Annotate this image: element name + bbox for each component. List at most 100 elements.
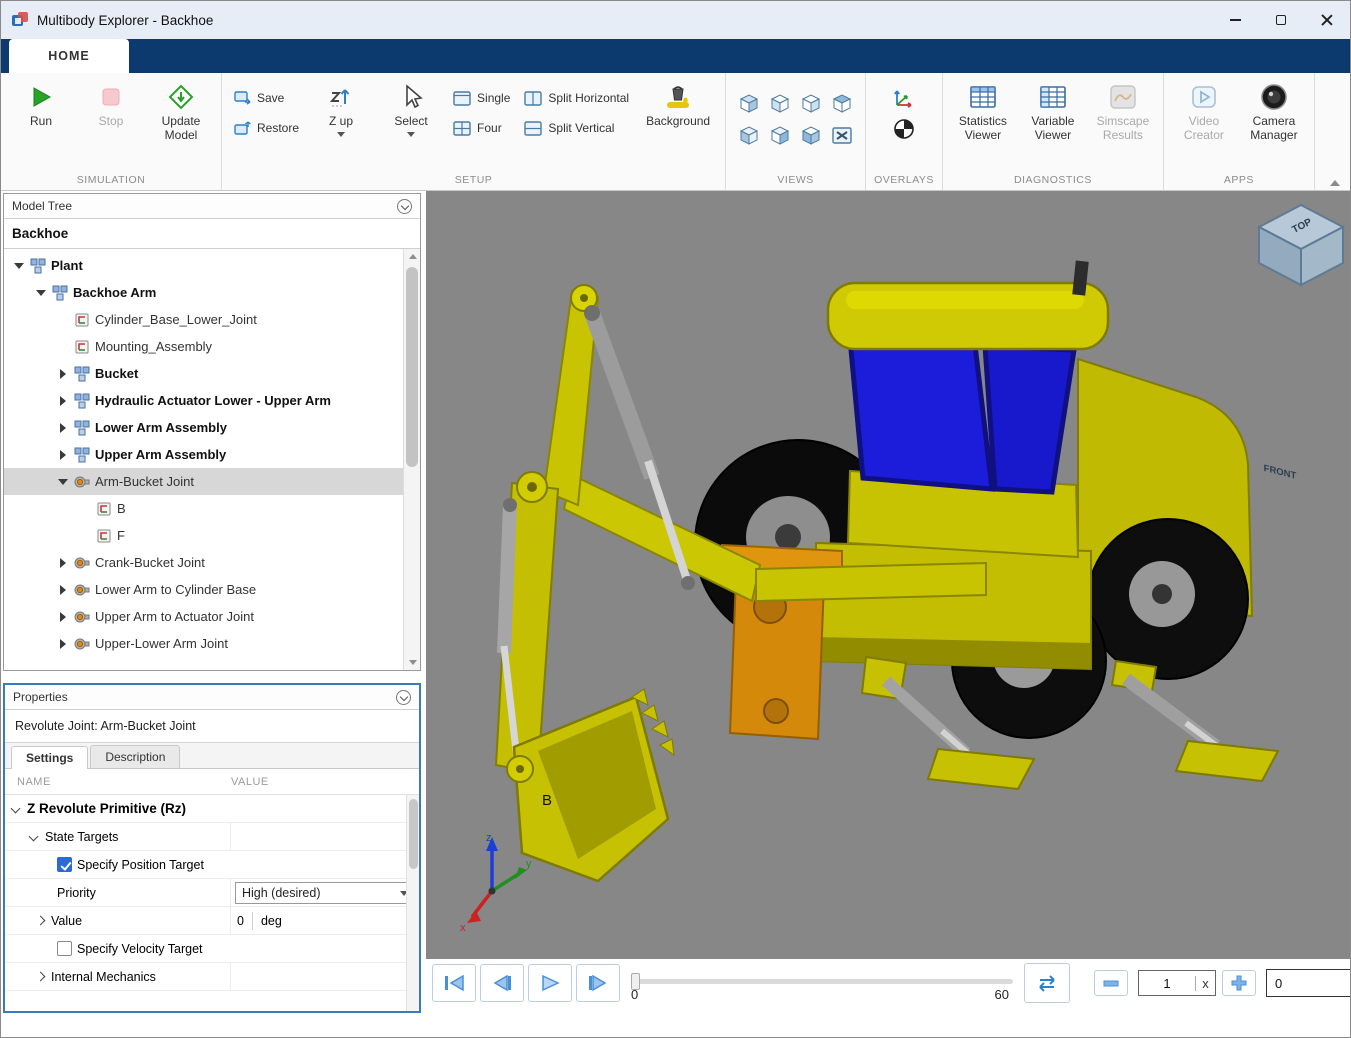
expand-chevron-icon[interactable] (35, 915, 46, 926)
view-fit-button[interactable] (827, 119, 857, 150)
properties-scrollbar[interactable] (406, 795, 419, 1011)
expand-caret-icon[interactable] (56, 556, 69, 569)
tree-item-upper-arm-to-actuator-joint[interactable]: Upper Arm to Actuator Joint (4, 603, 420, 630)
tree-item-plant[interactable]: Plant (4, 252, 420, 279)
priority-dropdown[interactable]: High (desired) (235, 882, 415, 904)
scrollbar-thumb[interactable] (409, 799, 418, 869)
expand-caret-icon[interactable] (56, 637, 69, 650)
view-bottom-button[interactable] (796, 119, 826, 150)
unit-field[interactable]: deg (261, 914, 282, 928)
row-priority[interactable]: Priority High (desired) (5, 879, 419, 907)
tree-item-mounting-assembly[interactable]: Mounting_Assembly (4, 333, 420, 360)
view-top-button[interactable] (827, 87, 857, 118)
expand-chevron-icon[interactable] (35, 971, 46, 982)
speed-decrease-button[interactable] (1094, 970, 1128, 996)
backhoe-model[interactable] (496, 260, 1278, 881)
tree-item-arm-bucket-joint[interactable]: Arm-Bucket Joint (4, 468, 420, 495)
stop-button[interactable]: Stop (79, 79, 143, 128)
current-time-field[interactable]: 0 (1266, 969, 1351, 997)
expand-caret-icon[interactable] (56, 448, 69, 461)
video-creator-button[interactable]: Video Creator (1172, 79, 1236, 142)
speed-increase-button[interactable] (1222, 970, 1256, 996)
split-horizontal-button[interactable]: Split Horizontal (520, 85, 633, 111)
z-up-button[interactable]: Z up (309, 79, 373, 137)
camera-manager-button[interactable]: Camera Manager (1242, 79, 1306, 142)
3d-scene[interactable]: TOP FRONT RIGHT (426, 191, 1351, 959)
split-vertical-button[interactable]: Split Vertical (520, 115, 633, 141)
tree-item-frame-b[interactable]: B (4, 495, 420, 522)
variable-viewer-button[interactable]: Variable Viewer (1021, 79, 1085, 142)
expand-caret-icon[interactable] (12, 259, 25, 272)
step-back-button[interactable] (480, 964, 524, 1002)
expand-caret-icon[interactable] (56, 610, 69, 623)
tree-item-upper-arm-assembly[interactable]: Upper Arm Assembly (4, 441, 420, 468)
collapse-ribbon-button[interactable] (1330, 180, 1340, 186)
minimize-button[interactable] (1212, 1, 1258, 39)
step-forward-button[interactable] (576, 964, 620, 1002)
scroll-down-icon[interactable] (409, 660, 417, 665)
view-front-button[interactable] (765, 87, 795, 118)
row-z-revolute-primitive[interactable]: Z Revolute Primitive (Rz) (5, 795, 419, 823)
run-button[interactable]: Run (9, 79, 73, 128)
expand-caret-icon[interactable] (56, 367, 69, 380)
view-cube-front-label[interactable]: FRONT (1264, 463, 1297, 482)
value-field[interactable]: 0 (237, 914, 244, 928)
tree-item-crank-bucket-joint[interactable]: Crank-Bucket Joint (4, 549, 420, 576)
timeline-slider[interactable]: 0 60 (631, 959, 1013, 1011)
loop-button[interactable] (1024, 963, 1070, 1003)
view-isometric-button[interactable] (734, 87, 764, 118)
speed-value[interactable]: 1 (1139, 976, 1195, 991)
tab-settings[interactable]: Settings (11, 746, 88, 769)
center-of-mass-overlay-button[interactable] (892, 117, 916, 141)
update-model-button[interactable]: Update Model (149, 79, 213, 142)
viewport[interactable]: TOP FRONT RIGHT (426, 191, 1351, 959)
expand-caret-icon[interactable] (56, 475, 69, 488)
frames-overlay-button[interactable] (891, 85, 917, 111)
collapse-panel-icon[interactable] (397, 199, 412, 214)
specify-velocity-target-checkbox[interactable] (57, 941, 72, 956)
go-to-start-button[interactable] (432, 964, 476, 1002)
statistics-viewer-button[interactable]: Statistics Viewer (951, 79, 1015, 142)
row-specify-position-target[interactable]: Specify Position Target (5, 851, 419, 879)
tree-item-lower-arm-assembly[interactable]: Lower Arm Assembly (4, 414, 420, 441)
row-internal-mechanics[interactable]: Internal Mechanics (5, 963, 419, 991)
tree-scrollbar[interactable] (403, 249, 420, 670)
collapse-chevron-icon[interactable] (11, 803, 22, 814)
row-value[interactable]: Value 0 deg (5, 907, 419, 935)
view-cube[interactable]: TOP FRONT RIGHT (1259, 191, 1343, 482)
view-back-button[interactable] (734, 119, 764, 150)
background-button[interactable]: Background (639, 79, 717, 128)
tree-item-backhoe-arm[interactable]: Backhoe Arm (4, 279, 420, 306)
tree-item-upper-lower-arm-joint[interactable]: Upper-Lower Arm Joint (4, 630, 420, 657)
speed-field[interactable]: 1 x (1138, 970, 1216, 996)
maximize-button[interactable] (1258, 1, 1304, 39)
tab-description[interactable]: Description (90, 745, 180, 768)
tree-item-lower-arm-to-cylinder-base[interactable]: Lower Arm to Cylinder Base (4, 576, 420, 603)
view-side-button[interactable] (796, 87, 826, 118)
expand-caret-icon[interactable] (56, 421, 69, 434)
slider-track[interactable] (631, 979, 1013, 984)
tree-item-cylinder-base-lower-joint[interactable]: Cylinder_Base_Lower_Joint (4, 306, 420, 333)
four-view-button[interactable]: Four (449, 115, 514, 141)
expand-caret-icon[interactable] (56, 583, 69, 596)
collapse-chevron-icon[interactable] (29, 831, 40, 842)
tree-item-frame-f[interactable]: F (4, 522, 420, 549)
frame-annotation-b[interactable]: B (542, 792, 552, 809)
simscape-results-button[interactable]: Simscape Results (1091, 79, 1155, 142)
restore-button[interactable]: Restore (230, 115, 303, 141)
scroll-up-icon[interactable] (409, 254, 417, 259)
tree-item-hydraulic-actuator[interactable]: Hydraulic Actuator Lower - Upper Arm (4, 387, 420, 414)
select-button[interactable]: Select (379, 79, 443, 137)
expand-caret-icon[interactable] (56, 394, 69, 407)
scrollbar-thumb[interactable] (406, 267, 418, 467)
view-left-button[interactable] (765, 119, 795, 150)
play-button[interactable] (528, 964, 572, 1002)
row-state-targets[interactable]: State Targets (5, 823, 419, 851)
save-button[interactable]: Save (230, 85, 303, 111)
row-specify-velocity-target[interactable]: Specify Velocity Target (5, 935, 419, 963)
single-view-button[interactable]: Single (449, 85, 514, 111)
collapse-panel-icon[interactable] (396, 690, 411, 705)
specify-position-target-checkbox[interactable] (57, 857, 72, 872)
tree-item-bucket[interactable]: Bucket (4, 360, 420, 387)
close-button[interactable] (1304, 1, 1350, 39)
